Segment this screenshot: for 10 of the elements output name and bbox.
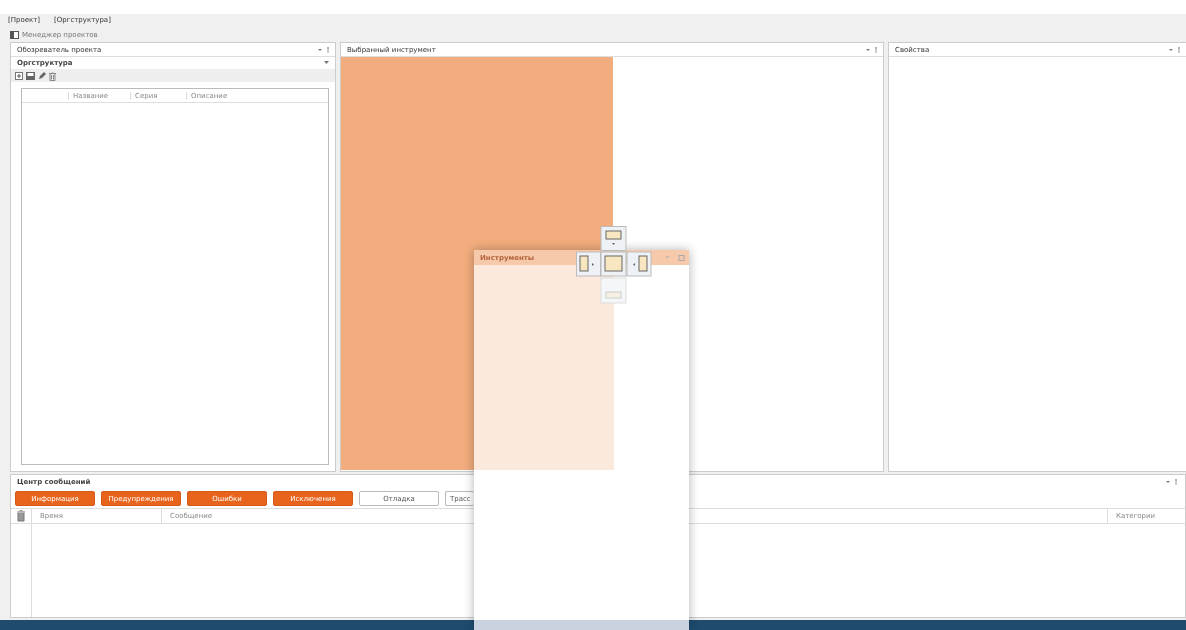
add-icon[interactable] bbox=[15, 72, 23, 80]
pin-controls-icon[interactable] bbox=[317, 45, 331, 54]
pin-controls-icon[interactable] bbox=[1165, 478, 1179, 486]
dropdown-caret-icon[interactable] bbox=[324, 61, 329, 65]
pin-controls-icon[interactable] bbox=[865, 45, 879, 54]
pencil-icon[interactable] bbox=[38, 72, 46, 80]
pin-controls-icon[interactable] bbox=[1168, 45, 1182, 54]
project-manager-icon[interactable] bbox=[10, 31, 19, 39]
save-icon[interactable] bbox=[26, 72, 35, 80]
trash-icon[interactable] bbox=[49, 71, 56, 81]
